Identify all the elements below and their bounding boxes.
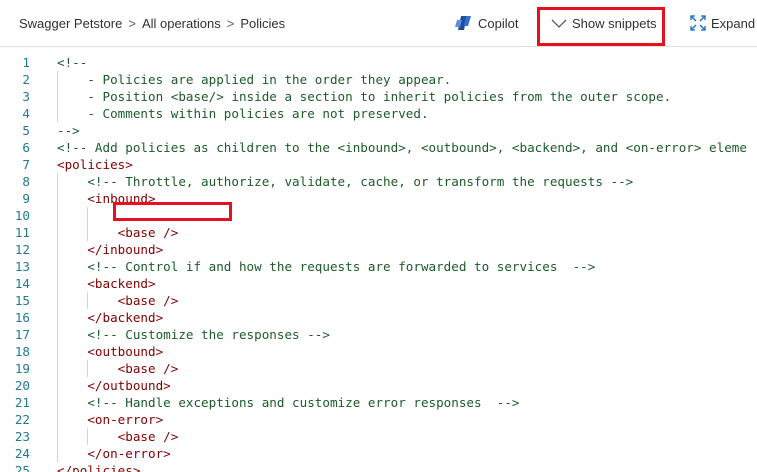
line-number: 13	[14, 259, 30, 274]
code-text: <outbound>	[87, 344, 164, 359]
line-number: 4	[22, 106, 30, 121]
breadcrumb-separator: >	[128, 16, 136, 31]
breadcrumb-separator: >	[226, 16, 235, 31]
code-line[interactable]: 22 <on-error>	[0, 411, 757, 428]
code-line[interactable]: 3 - Position <base/> inside a section to…	[0, 88, 757, 105]
code-text: <!-- Throttle, authorize, validate, cach…	[57, 174, 634, 189]
line-number: 1	[22, 55, 30, 70]
breadcrumb-item-operations[interactable]: All operations	[142, 16, 221, 31]
show-snippets-button[interactable]: Show snippets	[551, 8, 657, 38]
line-number: 5	[22, 123, 30, 138]
line-number: 20	[14, 378, 30, 393]
expand-button[interactable]: Expand	[690, 8, 755, 38]
code-line[interactable]: 19 <base />	[0, 360, 757, 377]
code-text: <base />	[117, 293, 179, 308]
code-line[interactable]: 25 </policies>	[0, 462, 757, 472]
breadcrumb-item-api[interactable]: Swagger Petstore	[19, 16, 122, 31]
code-text: <base />	[117, 361, 179, 376]
code-line[interactable]: 23 <base />	[0, 428, 757, 445]
line-number: 9	[22, 191, 30, 206]
line-number: 11	[14, 225, 30, 240]
indent-guide	[87, 428, 89, 445]
code-text: <!-- Customize the responses -->	[57, 327, 330, 342]
code-text: <policies>	[57, 157, 133, 172]
code-text: - Comments within policies are not prese…	[57, 106, 429, 121]
line-number: 18	[14, 344, 30, 359]
code-text: <!-- Control if and how the requests are…	[57, 259, 596, 274]
indent-guide	[57, 173, 58, 462]
code-text: <!-- Handle exceptions and customize err…	[57, 395, 520, 410]
code-line[interactable]: 8 <!-- Throttle, authorize, validate, ca…	[0, 173, 757, 190]
code-line[interactable]: 21 <!-- Handle exceptions and customize …	[0, 394, 757, 411]
chevron-down-icon	[551, 17, 567, 29]
code-editor[interactable]: 1 <!-- 2 - Policies are applied in the ord…	[0, 47, 757, 472]
line-number: 6	[22, 140, 30, 155]
breadcrumb-item-current: Policies	[240, 16, 286, 31]
code-line[interactable]: 16 </backend>	[0, 309, 757, 326]
line-number: 3	[22, 89, 30, 104]
code-text: <base />	[117, 429, 179, 444]
expand-icon	[690, 15, 706, 31]
code-line[interactable]: 13 <!-- Control if and how the requests …	[0, 258, 757, 275]
line-number: 22	[14, 412, 30, 427]
code-text: <base />	[117, 225, 179, 240]
indent-guide	[87, 292, 89, 309]
code-line[interactable]: 20 </outbound>	[0, 377, 757, 394]
code-text: <backend>	[87, 276, 156, 291]
line-number: 15	[14, 293, 30, 308]
code-line[interactable]: 4 - Comments within policies are not pre…	[0, 105, 757, 122]
code-text: - Position <base/> inside a section to i…	[57, 89, 672, 104]
code-line[interactable]: 9 <inbound>	[0, 190, 757, 207]
code-line[interactable]: 10	[0, 207, 757, 224]
line-number: 19	[14, 361, 30, 376]
code-line[interactable]: 2 - Policies are applied in the order th…	[0, 71, 757, 88]
code-text: </backend>	[87, 310, 164, 325]
line-number: 17	[14, 327, 30, 342]
line-number: 21	[14, 395, 30, 410]
code-text: </on-error>	[87, 446, 171, 461]
code-line[interactable]: 5 -->	[0, 122, 757, 139]
code-text: <!-- Add policies as children to the <in…	[57, 140, 747, 155]
code-text: <on-error>	[87, 412, 164, 427]
code-text: <inbound>	[87, 191, 156, 206]
line-number: 14	[14, 276, 30, 291]
code-text: </outbound>	[87, 378, 171, 393]
line-number: 7	[22, 157, 30, 172]
top-bar: Swagger Petstore > All operations > Poli…	[0, 0, 757, 47]
code-line[interactable]: 15 <base />	[0, 292, 757, 309]
line-number: 23	[14, 429, 30, 444]
copilot-label: Copilot	[478, 15, 519, 31]
line-number: 24	[14, 446, 30, 461]
line-number: 8	[22, 174, 30, 189]
line-number: 25	[14, 463, 30, 472]
code-text: -->	[57, 123, 80, 138]
code-line[interactable]: 14 <backend>	[0, 275, 757, 292]
code-line[interactable]: 24 </on-error>	[0, 445, 757, 462]
line-number: 16	[14, 310, 30, 325]
code-text: </policies>	[57, 463, 141, 472]
line-number: 2	[22, 72, 30, 87]
code-line[interactable]: 17 <!-- Customize the responses -->	[0, 326, 757, 343]
code-line[interactable]: 18 <outbound>	[0, 343, 757, 360]
expand-label: Expand	[711, 15, 756, 31]
code-line[interactable]: 1 <!--	[0, 54, 757, 71]
copilot-icon	[455, 15, 473, 31]
code-text: <!--	[57, 55, 88, 70]
code-text: - Policies are applied in the order they…	[57, 72, 452, 87]
line-number: 10	[14, 208, 30, 223]
line-number: 12	[14, 242, 30, 257]
show-snippets-label: Show snippets	[572, 15, 657, 31]
code-line[interactable]: 6 <!-- Add policies as children to the <i…	[0, 139, 757, 156]
indent-guide	[57, 71, 58, 122]
indent-guide	[87, 360, 89, 377]
breadcrumb: Swagger Petstore > All operations > Poli…	[19, 16, 285, 31]
code-text: </inbound>	[87, 242, 164, 257]
code-line[interactable]: 11 <base />	[0, 224, 757, 241]
code-line[interactable]: 7 <policies>	[0, 156, 757, 173]
indent-guide	[87, 207, 89, 241]
copilot-button[interactable]: Copilot	[455, 8, 518, 38]
code-line[interactable]: 12 </inbound>	[0, 241, 757, 258]
